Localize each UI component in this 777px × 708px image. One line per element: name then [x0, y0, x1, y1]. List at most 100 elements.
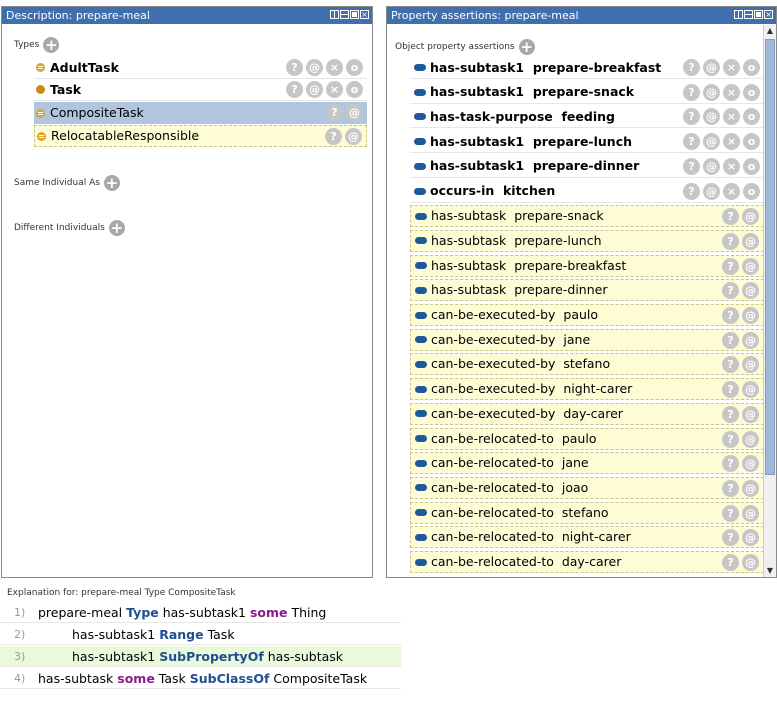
- help-icon[interactable]: ?: [325, 128, 342, 145]
- help-icon[interactable]: ?: [286, 81, 303, 98]
- property-assertion-row[interactable]: can-be-relocated-to stefano? @: [410, 501, 764, 524]
- help-icon[interactable]: ?: [722, 208, 739, 226]
- type-row[interactable]: CompositeTask? @: [34, 102, 367, 124]
- annotate-icon[interactable]: @: [742, 405, 759, 423]
- help-icon[interactable]: ?: [722, 529, 739, 547]
- add-different-individual-button[interactable]: +: [108, 220, 125, 236]
- help-icon[interactable]: ?: [722, 257, 739, 275]
- vertical-scrollbar[interactable]: ▲ ▼: [763, 25, 776, 577]
- edit-icon[interactable]: o: [743, 182, 760, 200]
- help-icon[interactable]: ?: [683, 157, 700, 175]
- help-icon[interactable]: ?: [683, 59, 700, 76]
- help-icon[interactable]: ?: [722, 430, 739, 448]
- split-icon[interactable]: [330, 10, 339, 19]
- annotate-icon[interactable]: @: [703, 59, 720, 76]
- property-assertion-row[interactable]: has-subtask1 prepare-snack? @ × o: [410, 81, 764, 104]
- edit-icon[interactable]: o: [743, 157, 760, 175]
- add-type-button[interactable]: +: [43, 37, 60, 53]
- help-icon[interactable]: ?: [683, 133, 700, 151]
- help-icon[interactable]: ?: [722, 331, 739, 349]
- property-assertion-row[interactable]: can-be-relocated-to joao? @: [410, 476, 764, 499]
- scroll-up-arrow-icon[interactable]: ▲: [764, 25, 776, 37]
- edit-icon[interactable]: o: [743, 133, 760, 151]
- property-assertion-row[interactable]: has-subtask prepare-breakfast? @: [410, 254, 764, 277]
- property-assertion-row[interactable]: can-be-executed-by night-carer? @: [410, 378, 764, 401]
- edit-icon[interactable]: o: [743, 59, 760, 76]
- annotate-icon[interactable]: @: [742, 554, 759, 571]
- annotate-icon[interactable]: @: [742, 232, 759, 250]
- maximize-icon[interactable]: [350, 10, 359, 19]
- help-icon[interactable]: ?: [722, 356, 739, 374]
- type-row[interactable]: AdultTask? @ × o: [34, 57, 367, 79]
- delete-icon[interactable]: ×: [723, 133, 740, 151]
- property-assertion-row[interactable]: can-be-relocated-to paulo? @: [410, 427, 764, 450]
- add-object-property-button[interactable]: +: [518, 39, 535, 55]
- scrollbar-thumb[interactable]: [765, 39, 775, 475]
- property-assertion-row[interactable]: has-subtask1 prepare-breakfast? @ × o: [410, 57, 764, 79]
- close-icon[interactable]: ×: [360, 10, 369, 19]
- annotate-icon[interactable]: @: [703, 157, 720, 175]
- type-row[interactable]: Task? @ × o: [34, 79, 367, 101]
- property-assertion-row[interactable]: has-task-purpose feeding? @ × o: [410, 106, 764, 129]
- property-assertion-row[interactable]: can-be-executed-by jane? @: [410, 328, 764, 351]
- annotate-icon[interactable]: @: [742, 381, 759, 399]
- add-same-individual-button[interactable]: +: [103, 175, 120, 191]
- help-icon[interactable]: ?: [722, 282, 739, 300]
- annotate-icon[interactable]: @: [742, 504, 759, 522]
- annotate-icon[interactable]: @: [346, 104, 363, 121]
- help-icon[interactable]: ?: [722, 232, 739, 250]
- help-icon[interactable]: ?: [722, 479, 739, 497]
- property-assertion-row[interactable]: can-be-relocated-to day-carer? @: [410, 551, 764, 573]
- edit-icon[interactable]: o: [346, 59, 363, 76]
- help-icon[interactable]: ?: [683, 182, 700, 200]
- annotate-icon[interactable]: @: [703, 182, 720, 200]
- delete-icon[interactable]: ×: [723, 59, 740, 76]
- property-assertion-row[interactable]: can-be-relocated-to jane? @: [410, 452, 764, 475]
- type-row[interactable]: RelocatableResponsible? @: [34, 125, 367, 147]
- annotate-icon[interactable]: @: [703, 83, 720, 101]
- annotate-icon[interactable]: @: [742, 257, 759, 275]
- help-icon[interactable]: ?: [722, 381, 739, 399]
- annotate-icon[interactable]: @: [306, 59, 323, 76]
- help-icon[interactable]: ?: [286, 59, 303, 76]
- annotate-icon[interactable]: @: [703, 133, 720, 151]
- split-icon[interactable]: [734, 10, 743, 19]
- delete-icon[interactable]: ×: [723, 108, 740, 126]
- annotate-icon[interactable]: @: [742, 208, 759, 226]
- annotate-icon[interactable]: @: [703, 108, 720, 126]
- annotate-icon[interactable]: @: [742, 430, 759, 448]
- property-assertion-row[interactable]: has-subtask1 prepare-dinner? @ × o: [410, 155, 764, 178]
- property-assertion-row[interactable]: can-be-executed-by day-carer? @: [410, 402, 764, 425]
- help-icon[interactable]: ?: [722, 504, 739, 522]
- edit-icon[interactable]: o: [743, 83, 760, 101]
- property-assertion-row[interactable]: can-be-executed-by paulo? @: [410, 304, 764, 326]
- help-icon[interactable]: ?: [722, 405, 739, 423]
- property-assertion-row[interactable]: has-subtask1 prepare-lunch? @ × o: [410, 131, 764, 154]
- annotate-icon[interactable]: @: [742, 356, 759, 374]
- minimize-icon[interactable]: [340, 10, 349, 19]
- annotate-icon[interactable]: @: [742, 282, 759, 300]
- property-assertion-row[interactable]: can-be-executed-by stefano? @: [410, 353, 764, 376]
- delete-icon[interactable]: ×: [326, 81, 343, 98]
- annotate-icon[interactable]: @: [742, 529, 759, 547]
- annotate-icon[interactable]: @: [742, 455, 759, 473]
- help-icon[interactable]: ?: [722, 455, 739, 473]
- help-icon[interactable]: ?: [683, 108, 700, 126]
- delete-icon[interactable]: ×: [326, 59, 343, 76]
- scroll-down-arrow-icon[interactable]: ▼: [764, 565, 776, 577]
- annotate-icon[interactable]: @: [345, 128, 362, 145]
- annotate-icon[interactable]: @: [306, 81, 323, 98]
- help-icon[interactable]: ?: [683, 83, 700, 101]
- property-assertion-row[interactable]: has-subtask prepare-snack? @: [410, 205, 764, 228]
- edit-icon[interactable]: o: [346, 81, 363, 98]
- property-assertion-row[interactable]: has-subtask prepare-dinner? @: [410, 279, 764, 302]
- annotate-icon[interactable]: @: [742, 331, 759, 349]
- help-icon[interactable]: ?: [722, 307, 739, 324]
- delete-icon[interactable]: ×: [723, 83, 740, 101]
- annotate-icon[interactable]: @: [742, 479, 759, 497]
- maximize-icon[interactable]: [754, 10, 763, 19]
- help-icon[interactable]: ?: [722, 554, 739, 571]
- delete-icon[interactable]: ×: [723, 157, 740, 175]
- property-assertion-row[interactable]: has-subtask prepare-lunch? @: [410, 229, 764, 252]
- help-icon[interactable]: ?: [326, 104, 343, 121]
